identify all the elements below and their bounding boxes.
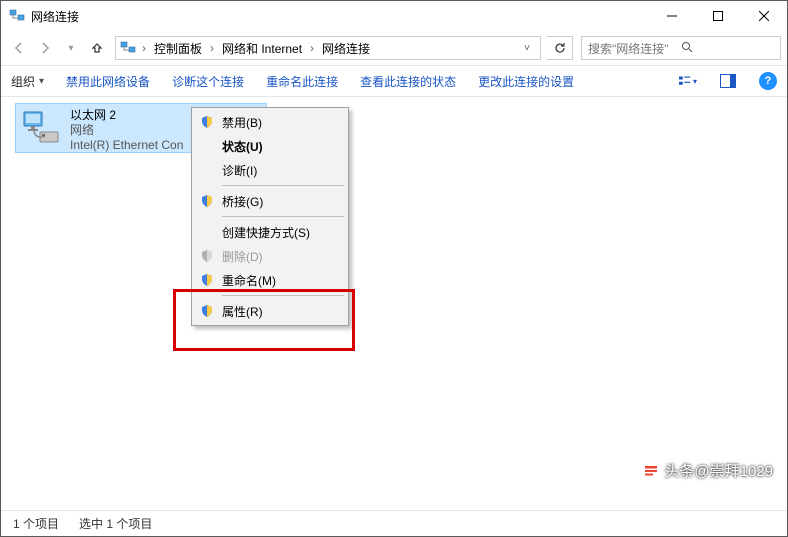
chevron-right-icon[interactable]: › bbox=[208, 41, 216, 55]
nav-row: ▾ › 控制面板 › 网络和 Internet › 网络连接 ˅ 搜索"网络连接… bbox=[1, 31, 787, 65]
shield-icon bbox=[200, 194, 214, 208]
menu-separator bbox=[222, 185, 344, 186]
minimize-button[interactable] bbox=[649, 1, 695, 31]
network-connections-icon bbox=[9, 8, 25, 24]
status-bar: 1 个项目 选中 1 个项目 bbox=[1, 510, 787, 536]
search-placeholder: 搜索"网络连接" bbox=[588, 40, 681, 57]
search-input[interactable]: 搜索"网络连接" bbox=[581, 36, 781, 60]
title-bar: 网络连接 bbox=[1, 1, 787, 31]
menu-separator bbox=[222, 295, 344, 296]
command-bar: 组织 ▾ 禁用此网络设备 诊断这个连接 重命名此连接 查看此连接的状态 更改此连… bbox=[1, 65, 787, 97]
disable-device-button[interactable]: 禁用此网络设备 bbox=[66, 73, 150, 90]
context-menu: 禁用(B) 状态(U) 诊断(I) 桥接(G) 创建快捷方式(S) 删除(D) … bbox=[191, 107, 349, 326]
shield-icon bbox=[200, 273, 214, 287]
help-button[interactable]: ? bbox=[759, 72, 777, 90]
organize-menu[interactable]: 组织 ▾ bbox=[11, 73, 44, 90]
diagnose-connection-button[interactable]: 诊断这个连接 bbox=[172, 73, 244, 90]
status-selected-count: 选中 1 个项目 bbox=[79, 515, 152, 532]
connection-adapter: Intel(R) Ethernet Con bbox=[70, 138, 183, 153]
window-title: 网络连接 bbox=[31, 8, 649, 25]
recent-locations-button[interactable]: ▾ bbox=[59, 36, 83, 60]
maximize-button[interactable] bbox=[695, 1, 741, 31]
change-settings-button[interactable]: 更改此连接的设置 bbox=[478, 73, 574, 90]
chevron-right-icon[interactable]: › bbox=[140, 41, 148, 55]
menu-disable[interactable]: 禁用(B) bbox=[194, 110, 346, 134]
view-options-button[interactable]: ▾ bbox=[679, 72, 697, 90]
forward-button[interactable] bbox=[33, 36, 57, 60]
connection-name: 以太网 2 bbox=[70, 108, 183, 123]
connection-network: 网络 bbox=[70, 123, 183, 138]
close-button[interactable] bbox=[741, 1, 787, 31]
menu-create-shortcut[interactable]: 创建快捷方式(S) bbox=[194, 220, 346, 244]
status-item-count: 1 个项目 bbox=[13, 515, 59, 532]
window-controls bbox=[649, 1, 787, 31]
breadcrumb-network-connections[interactable]: 网络连接 bbox=[320, 40, 372, 57]
address-bar[interactable]: › 控制面板 › 网络和 Internet › 网络连接 ˅ bbox=[115, 36, 541, 60]
breadcrumb-control-panel[interactable]: 控制面板 bbox=[152, 40, 204, 57]
address-dropdown-button[interactable]: ˅ bbox=[518, 43, 536, 54]
watermark: 头条@崇拜1029 bbox=[642, 460, 773, 481]
menu-separator bbox=[222, 216, 344, 217]
rename-connection-button[interactable]: 重命名此连接 bbox=[266, 73, 338, 90]
chevron-right-icon[interactable]: › bbox=[308, 41, 316, 55]
search-icon bbox=[681, 41, 774, 56]
menu-delete: 删除(D) bbox=[194, 244, 346, 268]
menu-properties[interactable]: 属性(R) bbox=[194, 299, 346, 323]
menu-status[interactable]: 状态(U) bbox=[194, 134, 346, 158]
up-button[interactable] bbox=[85, 36, 109, 60]
content-area: 以太网 2 网络 Intel(R) Ethernet Con 禁用(B) 状态(… bbox=[1, 97, 787, 511]
view-status-button[interactable]: 查看此连接的状态 bbox=[360, 73, 456, 90]
preview-pane-button[interactable] bbox=[719, 72, 737, 90]
shield-icon bbox=[200, 115, 214, 129]
breadcrumb-network-internet[interactable]: 网络和 Internet bbox=[220, 40, 304, 57]
toutiao-icon bbox=[642, 462, 660, 480]
location-icon bbox=[120, 40, 136, 56]
connection-labels: 以太网 2 网络 Intel(R) Ethernet Con bbox=[70, 108, 183, 153]
ethernet-adapter-icon bbox=[22, 108, 62, 148]
refresh-button[interactable] bbox=[547, 36, 573, 60]
menu-diagnose[interactable]: 诊断(I) bbox=[194, 158, 346, 182]
back-button[interactable] bbox=[7, 36, 31, 60]
shield-icon bbox=[200, 304, 214, 318]
shield-icon bbox=[200, 249, 214, 263]
menu-bridge[interactable]: 桥接(G) bbox=[194, 189, 346, 213]
menu-rename[interactable]: 重命名(M) bbox=[194, 268, 346, 292]
